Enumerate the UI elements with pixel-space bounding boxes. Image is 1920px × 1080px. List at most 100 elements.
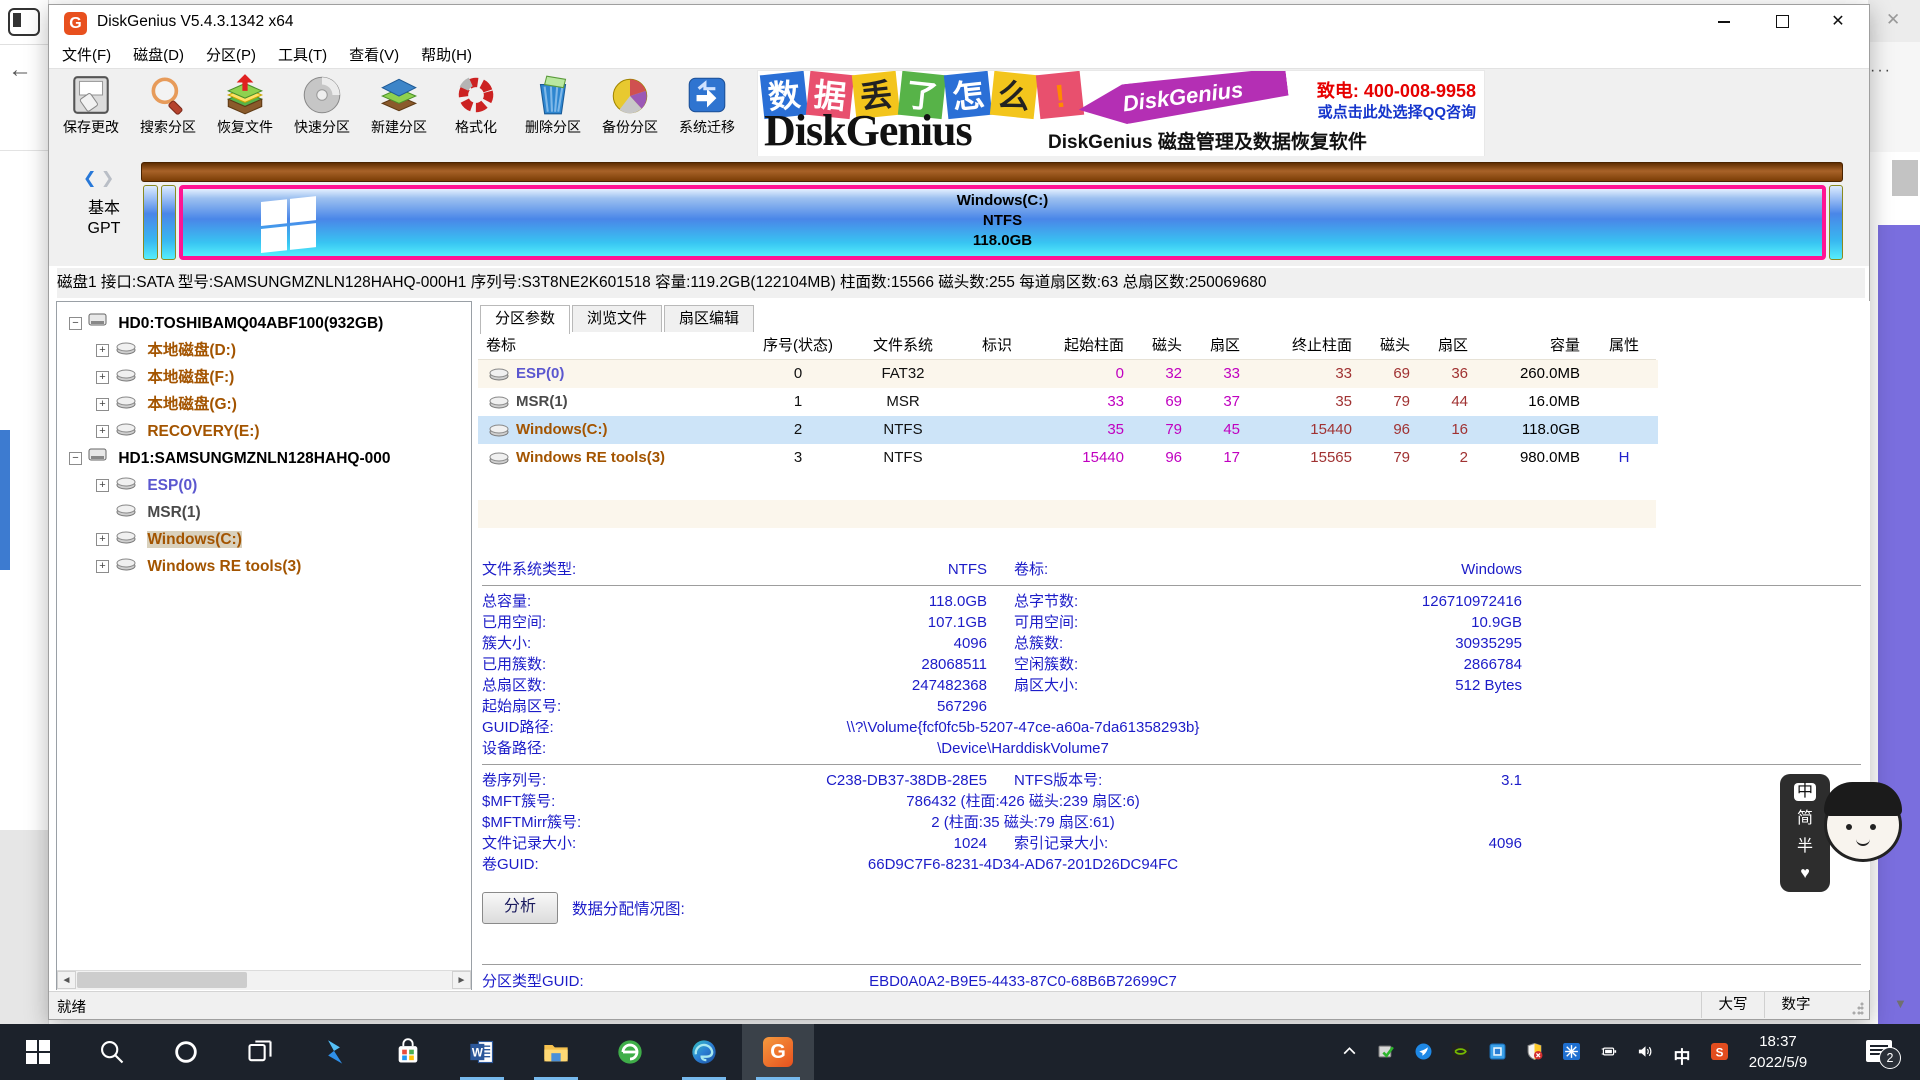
tree-item-2[interactable]: + 本地磁盘(F:) <box>57 364 471 391</box>
menu-item-0[interactable]: 文件(F) <box>51 41 122 68</box>
column-header[interactable]: 序号(状态) <box>748 332 848 360</box>
ad-banner[interactable]: 数据丢了怎么! DiskGenius DiskGenius 致电: 400-00… <box>757 70 1485 158</box>
toolbar-migrate-button[interactable]: 系统迁移 <box>669 72 745 154</box>
tree-expander-plus[interactable]: + <box>96 398 109 411</box>
scroll-left-icon[interactable]: ◄ <box>57 971 76 989</box>
taskbar-edge-button[interactable] <box>668 1024 740 1080</box>
taskbar-cortana-button[interactable] <box>150 1024 222 1080</box>
partition-row-0[interactable]: ESP(0)0FAT3203233336936260.0MB <box>478 360 1658 388</box>
notification-center-icon[interactable]: 2 <box>1866 1040 1892 1062</box>
ime-bar-item-1[interactable]: 简 <box>1797 810 1813 828</box>
tree-hscrollbar[interactable]: ◄ ► <box>57 970 471 990</box>
tree-item-5[interactable]: − HD1:SAMSUNGMZNLN128HAHQ-000 <box>57 445 471 472</box>
tree-expander-plus[interactable]: + <box>96 560 109 573</box>
column-header[interactable]: 起始柱面 <box>1036 332 1136 360</box>
menu-item-3[interactable]: 工具(T) <box>267 41 338 68</box>
column-header[interactable]: 终止柱面 <box>1252 332 1364 360</box>
tray-ime-icon[interactable]: 中 <box>1671 1043 1693 1063</box>
column-header[interactable]: 容量 <box>1480 332 1592 360</box>
disk-nav-arrows[interactable]: ❮ ❯ <box>83 168 114 188</box>
analyze-button[interactable]: 分析 <box>482 892 558 924</box>
disk-strip[interactable] <box>141 162 1843 182</box>
taskbar-taskview-button[interactable] <box>224 1024 296 1080</box>
partition-row-2[interactable]: Windows(C:)2NTFS357945154409616118.0GB <box>478 416 1658 444</box>
toolbar-new-button[interactable]: 新建分区 <box>361 72 437 154</box>
partition-msr-bar[interactable] <box>161 185 176 260</box>
tree-item-8[interactable]: + Windows(C:) <box>57 526 471 553</box>
tab-2[interactable]: 扇区编辑 <box>664 305 754 332</box>
menu-item-1[interactable]: 磁盘(D) <box>122 41 195 68</box>
partition-windows-c-bar[interactable]: Windows(C:) NTFS 118.0GB <box>179 185 1826 260</box>
close-button[interactable]: ✕ <box>1815 5 1861 39</box>
taskbar-explorer-button[interactable] <box>520 1024 592 1080</box>
ime-bar-item-0[interactable]: 中 <box>1794 783 1816 801</box>
more-options-icon[interactable]: ··· <box>1870 62 1892 80</box>
tree-item-3[interactable]: + 本地磁盘(G:) <box>57 391 471 418</box>
ime-bar-item-3[interactable]: ♥ <box>1800 865 1810 883</box>
tree-item-9[interactable]: + Windows RE tools(3) <box>57 553 471 580</box>
column-header[interactable]: 扇区 <box>1194 332 1252 360</box>
tree-item-4[interactable]: + RECOVERY(E:) <box>57 418 471 445</box>
column-header[interactable]: 磁头 <box>1364 332 1422 360</box>
tab-1[interactable]: 浏览文件 <box>572 305 662 332</box>
prev-disk-icon[interactable]: ❮ <box>83 170 96 187</box>
toolbar-recover-button[interactable]: 恢复文件 <box>207 72 283 154</box>
toolbar-search-button[interactable]: 搜索分区 <box>130 72 206 154</box>
tree-expander-minus[interactable]: − <box>69 317 82 330</box>
back-arrow-icon[interactable]: ← <box>8 56 32 84</box>
tray-antivirus-icon[interactable] <box>1375 1043 1397 1063</box>
partition-re-tools-bar[interactable] <box>1829 185 1843 260</box>
partition-row-3[interactable]: Windows RE tools(3)3NTFS1544096171556579… <box>478 444 1658 472</box>
taskbar-start-button[interactable] <box>2 1024 74 1080</box>
scroll-down-icon[interactable]: ▼ <box>1894 996 1907 1011</box>
toolbar-save-button[interactable]: 保存更改 <box>53 72 129 154</box>
tray-intel-icon[interactable] <box>1486 1043 1508 1063</box>
tree-expander-plus[interactable]: + <box>96 371 109 384</box>
tree-item-7[interactable]: MSR(1) <box>57 499 471 526</box>
column-header[interactable]: 磁头 <box>1136 332 1194 360</box>
column-header[interactable]: 属性 <box>1592 332 1656 360</box>
taskbar-clock[interactable]: 18:37 2022/5/9 <box>1732 1031 1824 1073</box>
taskbar-search-button[interactable] <box>76 1024 148 1080</box>
column-header[interactable]: 文件系统 <box>848 332 958 360</box>
toolbar-format-button[interactable]: 格式化 <box>438 72 514 154</box>
tray-volume-icon[interactable] <box>1634 1043 1656 1063</box>
column-header[interactable]: 卷标 <box>478 332 748 360</box>
tree-expander-plus[interactable]: + <box>96 533 109 546</box>
minimize-button[interactable] <box>1701 5 1747 39</box>
tab-0[interactable]: 分区参数 <box>480 305 570 334</box>
tree-expander-plus[interactable]: + <box>96 425 109 438</box>
tray-sogou-icon[interactable]: S <box>1708 1043 1730 1063</box>
background-scrollbar-thumb[interactable] <box>1892 160 1918 196</box>
column-header[interactable]: 扇区 <box>1422 332 1480 360</box>
tree-expander-plus[interactable]: + <box>96 479 109 492</box>
column-header[interactable]: 标识 <box>958 332 1036 360</box>
partition-esp-bar[interactable] <box>143 185 158 260</box>
tree-item-6[interactable]: + ESP(0) <box>57 472 471 499</box>
taskbar-diskgenius-button[interactable]: G <box>742 1024 814 1080</box>
menu-item-2[interactable]: 分区(P) <box>195 41 267 68</box>
window-restore-icon[interactable] <box>8 8 40 36</box>
tray-battery-icon[interactable] <box>1597 1043 1619 1063</box>
menu-item-4[interactable]: 查看(V) <box>338 41 410 68</box>
tray-nvidia-icon[interactable] <box>1449 1043 1471 1063</box>
tree-expander-plus[interactable]: + <box>96 344 109 357</box>
toolbar-quick-button[interactable]: 快速分区 <box>284 72 360 154</box>
maximize-button[interactable] <box>1759 5 1805 39</box>
tree-item-0[interactable]: − HD0:TOSHIBAMQ04ABF100(932GB) <box>57 310 471 337</box>
toolbar-backup-button[interactable]: 备份分区 <box>592 72 668 154</box>
taskbar-word-button[interactable]: W <box>446 1024 518 1080</box>
tray-defender-icon[interactable] <box>1523 1043 1545 1063</box>
banner-qq-link[interactable]: 或点击此处选择QQ咨询 <box>1318 101 1476 122</box>
taskbar-store-button[interactable] <box>372 1024 444 1080</box>
tray-chevron-icon[interactable] <box>1338 1043 1360 1063</box>
tray-snowflake-icon[interactable] <box>1560 1043 1582 1063</box>
ime-bar-item-2[interactable]: 半 <box>1797 838 1813 856</box>
tree-item-1[interactable]: + 本地磁盘(D:) <box>57 337 471 364</box>
background-close-icon[interactable]: ✕ <box>1886 10 1900 30</box>
menu-item-5[interactable]: 帮助(H) <box>410 41 483 68</box>
ime-toolbar[interactable]: 中简半 ♥ <box>1780 774 1830 892</box>
tree-expander-minus[interactable]: − <box>69 452 82 465</box>
partition-row-1[interactable]: MSR(1)1MSR33693735794416.0MB <box>478 388 1658 416</box>
taskbar-thunder-button[interactable] <box>298 1024 370 1080</box>
